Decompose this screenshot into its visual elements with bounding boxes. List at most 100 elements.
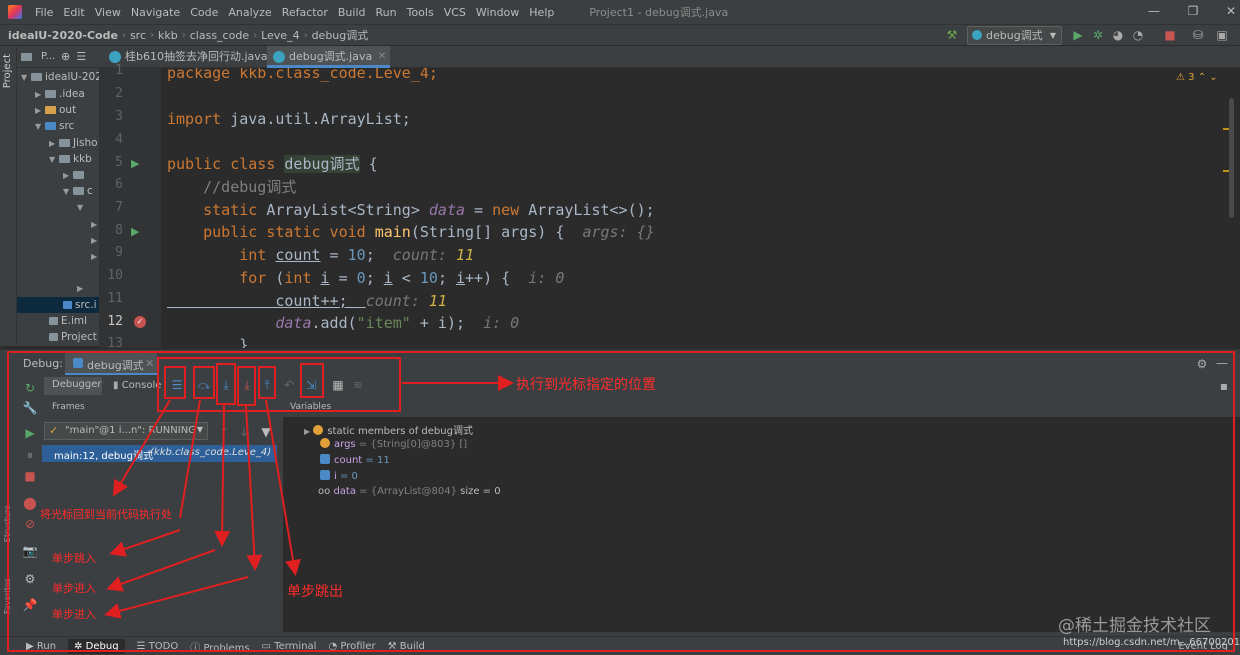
tree-node-label: Project xyxy=(61,331,97,343)
collapse-arrow-icon: ▶ xyxy=(91,220,98,229)
menu-run[interactable]: Run xyxy=(371,6,402,19)
inline-debug-value: count: xyxy=(392,246,456,264)
menu-edit[interactable]: Edit xyxy=(58,6,89,19)
show-execution-point-highlight xyxy=(164,366,186,399)
line-number: 1 xyxy=(115,63,123,78)
left-tool-stripe: Project xyxy=(0,46,17,346)
folder-icon xyxy=(45,106,56,114)
collapse-arrow-icon: ▶ xyxy=(35,106,42,115)
tree-node-e-iml[interactable]: E.iml xyxy=(49,313,87,329)
menu-help[interactable]: Help xyxy=(524,6,559,19)
annotation-run-to-cursor: 执行到光标指定的位置 xyxy=(516,377,656,393)
tree-node[interactable]: ▶ xyxy=(91,216,99,232)
project-panel: P... ⊕ ☰ ▼ idealU-202 ▶ .idea ▶ out ▼ src ▶ J… xyxy=(17,46,99,346)
minimize-icon[interactable]: — xyxy=(1145,4,1163,20)
coverage-icon[interactable]: ◕ xyxy=(1110,27,1126,43)
tree-node[interactable]: ▼ xyxy=(77,199,87,215)
profiler-icon[interactable]: ◔ xyxy=(1130,27,1146,43)
annotation-step-over: 单步跳入 xyxy=(52,552,96,565)
line-number: 2 xyxy=(115,86,123,101)
breadcrumb-project[interactable]: idealU-2020-Code xyxy=(0,29,122,42)
code-line-1: package kkb.class_code.Leve_4; xyxy=(167,68,438,84)
editor-gutter[interactable]: 1 2 3 4 5 6 7 8 9 10 11 12 13 ▶ ▶ ✓ xyxy=(99,63,161,351)
tab-label: debug调式.java xyxy=(289,50,373,63)
tree-node[interactable]: ▶ xyxy=(91,248,99,264)
menu-view[interactable]: View xyxy=(90,6,126,19)
tab-debug-file[interactable]: debug调式.java ✕ xyxy=(267,46,391,68)
inline-debug-value: i: 0 xyxy=(528,269,565,287)
code-text: public static void xyxy=(167,223,375,241)
collapse-arrow-icon: ▶ xyxy=(35,90,42,99)
code-editor[interactable]: package kkb.class_code.Leve_4; import ja… xyxy=(161,68,1221,348)
menu-code[interactable]: Code xyxy=(185,6,223,19)
menu-vcs[interactable]: VCS xyxy=(439,6,471,19)
code-text: .add( xyxy=(311,314,357,332)
locate-icon[interactable]: ⊕ xyxy=(61,50,70,63)
tree-node[interactable]: ▶ xyxy=(63,167,87,183)
menu-refactor[interactable]: Refactor xyxy=(277,6,333,19)
tree-node-idea[interactable]: ▶ .idea xyxy=(35,86,85,102)
tab-other-file[interactable]: 桂b610抽签去净回行动.java ✕ xyxy=(103,46,286,68)
breadcrumb-class[interactable]: debug调式 xyxy=(308,27,373,43)
menu-navigate[interactable]: Navigate xyxy=(126,6,185,19)
debug-bug-icon[interactable]: ✲ xyxy=(1090,27,1106,43)
project-view-icon xyxy=(21,52,32,61)
tree-node[interactable]: ▶ xyxy=(77,280,87,296)
breadcrumb-leve4[interactable]: Leve_4 xyxy=(257,29,303,42)
tree-node-label: idealU-202 xyxy=(45,71,99,83)
collapse-icon[interactable]: ☰ xyxy=(76,50,86,63)
stop-icon[interactable]: ■ xyxy=(1162,27,1178,43)
code-text: for xyxy=(167,269,276,287)
tree-node-root[interactable]: ▼ idealU-202 xyxy=(21,69,99,85)
warning-indicator[interactable]: ⚠ 3 ⌃ ⌄ xyxy=(1176,72,1218,83)
project-view-label[interactable]: P... xyxy=(41,51,55,62)
menu-analyze[interactable]: Analyze xyxy=(223,6,276,19)
run-configuration-select[interactable]: debug调式 ▼ xyxy=(967,26,1062,45)
vcs-icon[interactable]: ⛁ xyxy=(1190,27,1206,43)
menu-build[interactable]: Build xyxy=(333,6,371,19)
menu-window[interactable]: Window xyxy=(471,6,524,19)
run-icon[interactable]: ▶ xyxy=(1070,27,1086,43)
run-configuration-label: debug调式 xyxy=(986,29,1043,42)
expand-arrow-icon: ▼ xyxy=(35,122,42,131)
tree-node-project[interactable]: Project xyxy=(49,329,97,345)
tree-node-src[interactable]: ▼ src xyxy=(35,118,74,134)
breakpoint-icon[interactable]: ✓ xyxy=(134,316,146,328)
scrollbar-thumb[interactable] xyxy=(1229,98,1234,218)
build-hammer-icon[interactable]: ⚒ xyxy=(944,27,960,43)
file-icon xyxy=(49,333,58,341)
tree-node-label: out xyxy=(59,104,77,116)
collapse-arrow-icon: ▶ xyxy=(77,284,84,293)
restore-icon[interactable]: ❐ xyxy=(1184,4,1202,20)
code-text: (String[] args) { xyxy=(410,223,583,241)
editor-scroll-strip[interactable]: ⚠ 3 ⌃ ⌄ xyxy=(1176,68,1240,348)
run-gutter-icon[interactable]: ▶ xyxy=(131,225,139,238)
line-number: 8 xyxy=(115,223,123,238)
line-number: 12 xyxy=(107,314,123,329)
code-text: ArrayList<>(); xyxy=(528,201,655,219)
run-gutter-icon[interactable]: ▶ xyxy=(131,157,139,170)
line-number: 9 xyxy=(115,245,123,260)
code-text: } xyxy=(167,336,249,348)
tree-node-src-iml[interactable]: src.i xyxy=(17,297,99,313)
inline-debug-value: 11 xyxy=(456,246,475,264)
menu-file[interactable]: File xyxy=(30,6,58,19)
project-tool-tab[interactable]: Project xyxy=(2,54,13,88)
tree-node-kkb[interactable]: ▼ kkb xyxy=(49,151,92,167)
menu-tools[interactable]: Tools xyxy=(402,6,439,19)
breadcrumb-kkb[interactable]: kkb xyxy=(154,29,182,42)
tree-node-out[interactable]: ▶ out xyxy=(35,102,76,118)
close-tab-icon[interactable]: ✕ xyxy=(378,46,386,68)
code-line-8: public static void main(String[] args) {… xyxy=(167,221,655,243)
tree-node[interactable]: ▶ xyxy=(91,232,99,248)
close-icon[interactable]: ✕ xyxy=(1222,4,1240,20)
code-line-12: data.add("item" + i); i: 0 xyxy=(167,312,519,334)
tree-node-jisho[interactable]: ▶ Jisho xyxy=(49,135,98,151)
breadcrumb-src[interactable]: src xyxy=(126,29,150,42)
force-step-into-highlight xyxy=(237,366,256,406)
breadcrumb-class-code[interactable]: class_code xyxy=(186,29,253,42)
inline-debug-value: args: {} xyxy=(582,223,655,241)
tree-node-class-code[interactable]: ▼ c xyxy=(63,183,93,199)
project-structure-icon[interactable]: ▣ xyxy=(1214,27,1230,43)
tree-node-label: Jisho xyxy=(73,137,98,149)
